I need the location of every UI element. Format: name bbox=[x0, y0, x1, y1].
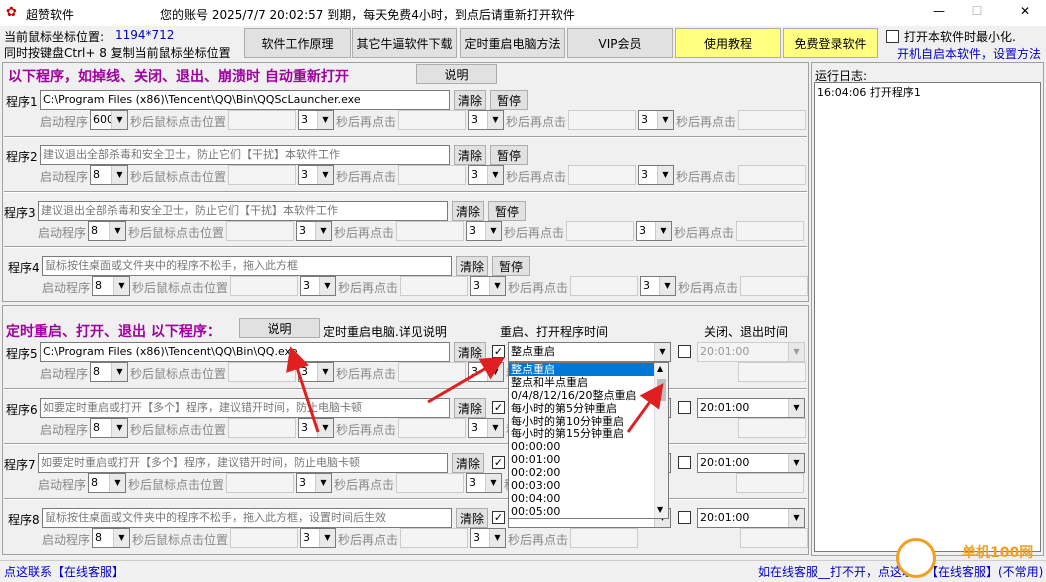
arrow-to-path bbox=[286, 346, 320, 433]
annotation-arrows bbox=[286, 346, 664, 433]
contact-link[interactable]: 点这联系【在线客服】 bbox=[4, 563, 124, 580]
arrow-to-checkbox bbox=[427, 356, 506, 404]
arrow-to-dropdown bbox=[626, 383, 664, 433]
watermark-logo-icon bbox=[896, 538, 936, 578]
watermark: 单机100网 bbox=[962, 545, 1034, 561]
